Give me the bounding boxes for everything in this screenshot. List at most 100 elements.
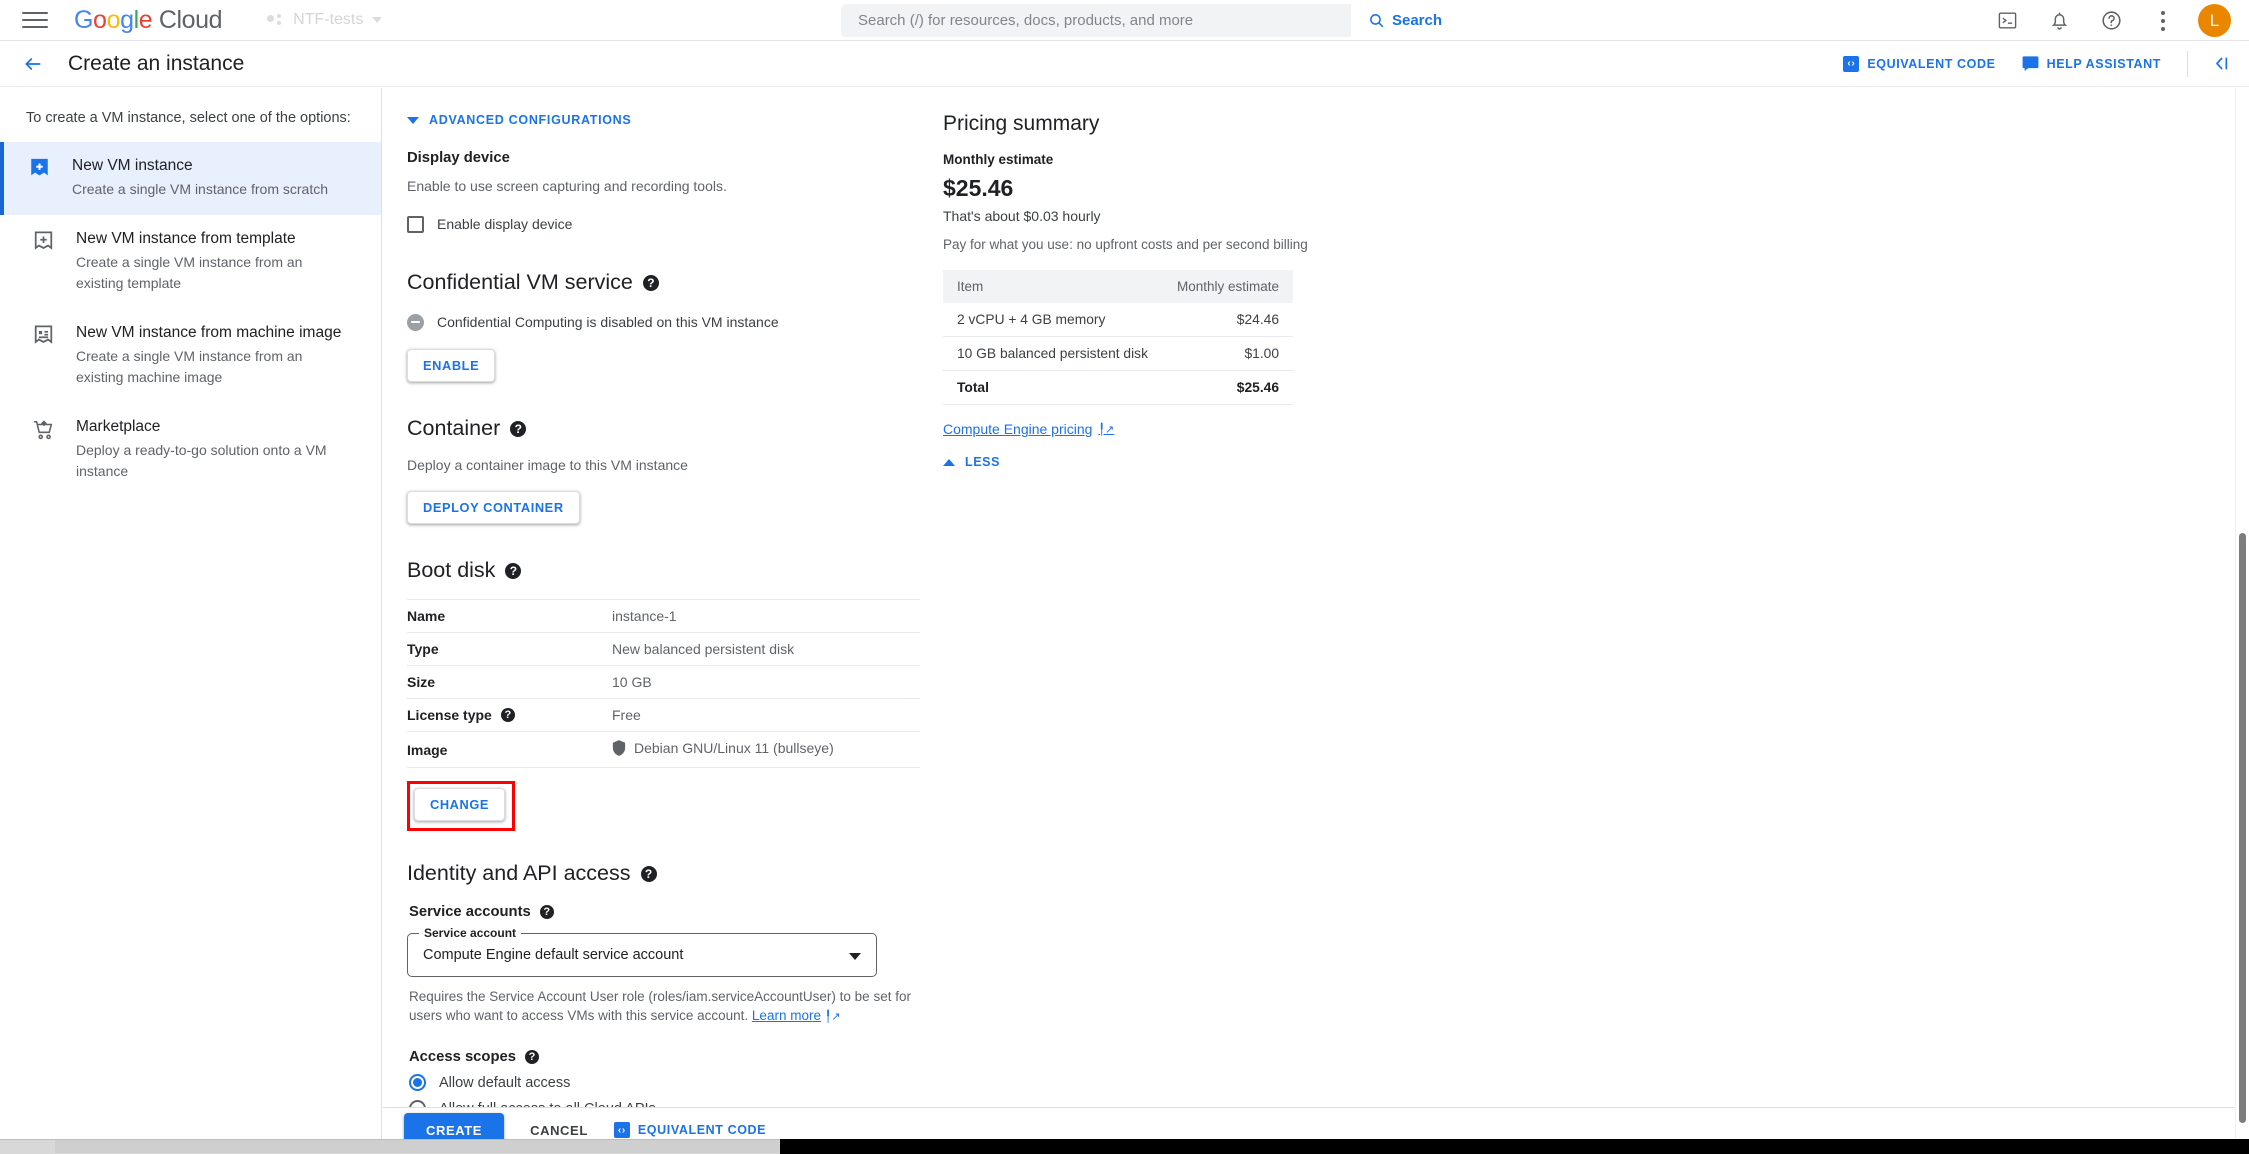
logo-cloud-text: Cloud bbox=[159, 6, 222, 34]
sidebar-item-marketplace[interactable]: Marketplace Deploy a ready-to-go solutio… bbox=[0, 403, 381, 497]
top-app-bar: Google Cloud NTF-tests Search L bbox=[0, 0, 2249, 41]
google-cloud-logo[interactable]: Google Cloud bbox=[74, 6, 222, 35]
equivalent-code-label: EQUIVALENT CODE bbox=[638, 1123, 766, 1137]
access-scope-option-full[interactable]: Allow full access to all Cloud APIs bbox=[409, 1100, 947, 1107]
help-icon[interactable]: ? bbox=[641, 866, 657, 882]
vertical-scrollbar-track[interactable] bbox=[2235, 88, 2249, 1154]
page-header: Create an instance ‹› EQUIVALENT CODE HE… bbox=[0, 41, 2249, 87]
service-account-value: Compute Engine default service account bbox=[423, 947, 683, 963]
more-options-icon[interactable] bbox=[2146, 4, 2180, 38]
sidebar-item-subtitle: Deploy a ready-to-go solution onto a VM … bbox=[76, 440, 357, 482]
pricing-less-toggle[interactable]: LESS bbox=[943, 455, 1363, 469]
chat-icon bbox=[2022, 56, 2039, 71]
external-link-icon: ╿↗ bbox=[825, 1011, 841, 1023]
search-bar[interactable]: Search bbox=[841, 4, 1459, 37]
service-account-select[interactable]: Service account Compute Engine default s… bbox=[407, 933, 877, 977]
help-icon[interactable]: ? bbox=[643, 275, 659, 291]
disabled-icon bbox=[407, 314, 424, 331]
equivalent-code-button[interactable]: ‹› EQUIVALENT CODE bbox=[1843, 56, 1995, 72]
radio-button[interactable] bbox=[409, 1074, 426, 1091]
service-account-help-line2: who want to access VMs with this service… bbox=[446, 1008, 748, 1023]
boot-disk-title-text: Boot disk bbox=[407, 558, 495, 583]
enable-confidential-vm-button[interactable]: ENABLE bbox=[407, 349, 495, 382]
boot-disk-value: 10 GB bbox=[612, 666, 920, 699]
back-arrow-icon[interactable] bbox=[18, 49, 48, 79]
access-scope-option-default[interactable]: Allow default access bbox=[409, 1074, 947, 1091]
pricing-item: 10 GB balanced persistent disk bbox=[943, 337, 1163, 371]
display-device-subtitle: Enable to use screen capturing and recor… bbox=[407, 176, 947, 196]
pricing-summary-title: Pricing summary bbox=[943, 112, 1363, 136]
project-icon bbox=[267, 14, 284, 27]
new-vm-instance-icon bbox=[26, 155, 52, 180]
radio-button[interactable] bbox=[409, 1100, 426, 1107]
change-boot-disk-button[interactable]: CHANGE bbox=[414, 788, 505, 821]
access-scopes-label: Access scopes bbox=[409, 1049, 516, 1065]
compute-engine-pricing-link[interactable]: Compute Engine pricing ╿↗ bbox=[943, 421, 1114, 437]
code-icon: ‹› bbox=[614, 1122, 630, 1138]
table-row: 10 GB balanced persistent disk $1.00 bbox=[943, 337, 1293, 371]
external-link-icon: ╿↗ bbox=[1098, 423, 1114, 436]
menu-icon[interactable] bbox=[22, 10, 48, 30]
learn-more-link[interactable]: Learn more bbox=[752, 1008, 821, 1023]
display-device-title: Display device bbox=[407, 150, 947, 166]
table-row: Name instance-1 bbox=[407, 600, 920, 633]
chevron-down-icon bbox=[372, 17, 382, 23]
sidebar-intro-text: To create a VM instance, select one of t… bbox=[0, 88, 381, 142]
advanced-configurations-label: ADVANCED CONFIGURATIONS bbox=[429, 113, 631, 127]
equivalent-code-button-bottom[interactable]: ‹› EQUIVALENT CODE bbox=[614, 1122, 766, 1138]
change-boot-disk-highlight: CHANGE bbox=[407, 781, 515, 831]
collapse-panel-icon[interactable] bbox=[2214, 55, 2231, 72]
top-bar-actions: L bbox=[1990, 0, 2231, 41]
search-input[interactable] bbox=[841, 4, 1351, 37]
help-icon[interactable]: ? bbox=[510, 421, 526, 437]
pricing-total-label: Total bbox=[943, 371, 1163, 405]
enable-display-device-row[interactable]: Enable display device bbox=[407, 214, 947, 234]
sidebar-item-new-vm-from-template[interactable]: New VM instance from template Create a s… bbox=[0, 215, 381, 309]
boot-disk-key: Size bbox=[407, 666, 612, 699]
pricing-less-label: LESS bbox=[965, 455, 1000, 469]
avatar[interactable]: L bbox=[2198, 4, 2231, 37]
boot-disk-key-license: License type ? bbox=[407, 699, 612, 732]
project-selector[interactable]: NTF-tests bbox=[252, 3, 397, 37]
page-title: Create an instance bbox=[68, 52, 244, 76]
chevron-down-icon bbox=[849, 953, 861, 960]
enable-display-device-checkbox[interactable] bbox=[407, 216, 424, 233]
container-section-title: Container ? bbox=[407, 416, 947, 441]
sidebar-item-subtitle: Create a single VM instance from scratch bbox=[72, 179, 357, 200]
horizontal-scrollbar-area bbox=[0, 1139, 2249, 1154]
pricing-total-value: $25.46 bbox=[1163, 371, 1293, 405]
help-icon[interactable]: ? bbox=[525, 1050, 539, 1064]
sidebar-item-title: Marketplace bbox=[76, 416, 357, 437]
advanced-configurations-toggle[interactable]: ADVANCED CONFIGURATIONS bbox=[407, 113, 947, 127]
table-row-total: Total $25.46 bbox=[943, 371, 1293, 405]
cloud-shell-icon[interactable] bbox=[1990, 4, 2024, 38]
instance-form-column: ADVANCED CONFIGURATIONS Display device E… bbox=[407, 88, 947, 1107]
cancel-button[interactable]: CANCEL bbox=[530, 1123, 588, 1138]
horizontal-scrollbar-thumb[interactable] bbox=[55, 1140, 780, 1153]
deploy-container-button[interactable]: DEPLOY CONTAINER bbox=[407, 491, 580, 524]
compute-engine-pricing-label: Compute Engine pricing bbox=[943, 421, 1092, 437]
service-account-legend: Service account bbox=[419, 926, 521, 940]
pricing-estimate: $1.00 bbox=[1163, 337, 1293, 371]
horizontal-scrollbar-track[interactable] bbox=[0, 1139, 780, 1154]
main-content: ADVANCED CONFIGURATIONS Display device E… bbox=[383, 88, 2249, 1107]
vertical-scrollbar-thumb[interactable] bbox=[2239, 533, 2246, 1123]
help-icon[interactable]: ? bbox=[540, 905, 554, 919]
help-icon[interactable] bbox=[2094, 4, 2128, 38]
help-icon[interactable]: ? bbox=[501, 708, 515, 722]
search-button[interactable]: Search bbox=[1351, 4, 1459, 37]
sidebar-item-new-vm-instance[interactable]: New VM instance Create a single VM insta… bbox=[0, 142, 381, 215]
boot-disk-value: Free bbox=[612, 699, 920, 732]
notifications-bell-icon[interactable] bbox=[2042, 4, 2076, 38]
boot-disk-table: Name instance-1 Type New balanced persis… bbox=[407, 599, 920, 768]
help-assistant-button[interactable]: HELP ASSISTANT bbox=[2022, 56, 2161, 71]
table-row: License type ? Free bbox=[407, 699, 920, 732]
help-assistant-label: HELP ASSISTANT bbox=[2047, 57, 2161, 71]
pricing-note: Pay for what you use: no upfront costs a… bbox=[943, 237, 1363, 252]
help-icon[interactable]: ? bbox=[505, 563, 521, 579]
sidebar-item-title: New VM instance bbox=[72, 155, 357, 176]
divider bbox=[2187, 51, 2188, 77]
table-row: 2 vCPU + 4 GB memory $24.46 bbox=[943, 303, 1293, 337]
container-title-text: Container bbox=[407, 416, 500, 441]
sidebar-item-new-vm-from-machine-image[interactable]: New VM instance from machine image Creat… bbox=[0, 309, 381, 403]
